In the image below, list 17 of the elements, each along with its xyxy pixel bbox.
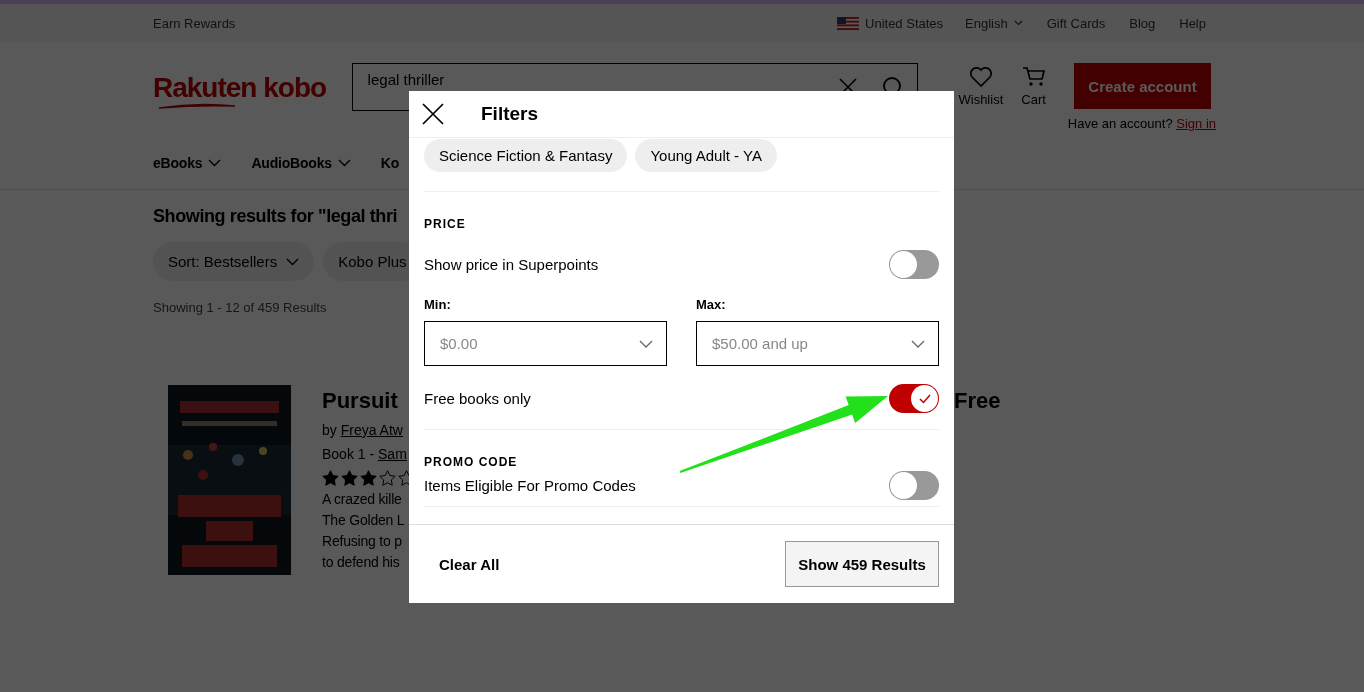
book-price: Free (954, 388, 1001, 415)
section-heading: PROMO CODE (424, 455, 519, 469)
results-heading: Showing results for "legal thri (153, 206, 398, 227)
results-count: Showing 1 - 12 of 459 Results (153, 300, 327, 315)
by-label: by (322, 422, 337, 438)
section-heading: PRICE (424, 217, 467, 231)
book-description: A crazed kille (322, 491, 402, 507)
toggle-label: Free books only (424, 390, 531, 407)
book-description: to defend his (322, 554, 400, 570)
have-account-text: Have an account? (1067, 116, 1173, 131)
book-description: The Golden L (322, 512, 405, 528)
toggle-label: Show price in Superpoints (424, 256, 599, 273)
series-number: Book 1 - (322, 446, 375, 462)
book-description: Refusing to p (322, 533, 402, 549)
toggle-label: Items Eligible For Promo Codes (424, 477, 636, 494)
max-label: Max: (696, 297, 727, 312)
min-label: Min: (424, 297, 452, 312)
